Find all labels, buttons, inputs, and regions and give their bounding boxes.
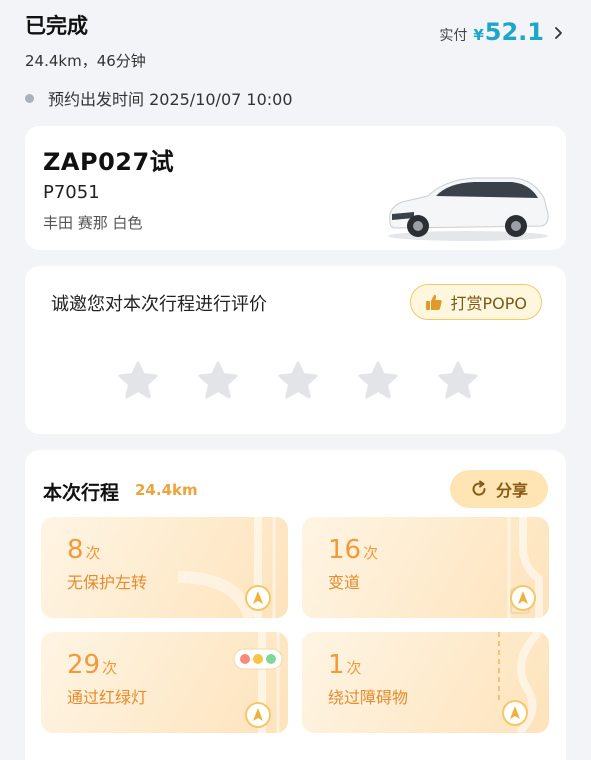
share-label: 分享 xyxy=(495,481,528,500)
stat-label: 通过红绿灯 xyxy=(67,688,148,707)
stat-tile-traffic-lights: 29 次 通过红绿灯 xyxy=(41,632,288,733)
bullet-dot-icon xyxy=(25,93,34,103)
star-icon-4[interactable] xyxy=(357,360,399,402)
scheduled-departure-text: 预约出发时间 2025/10/07 10:00 xyxy=(48,90,293,109)
trip-stats-title: 本次行程 xyxy=(43,482,120,504)
trip-distance: 24.4km xyxy=(135,481,198,499)
stat-count: 16 次 xyxy=(328,535,378,565)
stat-tile-lane-changes: 16 次 变道 xyxy=(302,517,549,618)
vehicle-code: P7051 xyxy=(43,182,100,203)
stat-count: 1 次 xyxy=(328,650,362,680)
star-icon-1[interactable] xyxy=(117,360,159,402)
star-icon-2[interactable] xyxy=(197,360,239,402)
tip-button-label: 打赏POPO xyxy=(450,294,528,313)
thumbs-up-icon xyxy=(425,294,442,310)
stat-count-unit: 次 xyxy=(346,659,362,677)
share-button[interactable]: 分享 xyxy=(450,470,548,508)
vehicle-description: 丰田 赛那 白色 xyxy=(43,214,143,232)
fare-detail-link[interactable]: 实付 ¥ 52.1 xyxy=(439,18,566,46)
trip-summary: 24.4km，46分钟 xyxy=(25,52,146,70)
stat-count-number: 8 xyxy=(67,535,84,565)
traffic-light-icon xyxy=(233,648,283,670)
stat-count: 8 次 xyxy=(67,535,101,565)
trip-status: 已完成 xyxy=(25,14,88,38)
trip-stats-card: 本次行程 24.4km 分享 8 次 无保护左转 16 次 变道 29 次 通过… xyxy=(25,450,566,760)
stat-count-unit: 次 xyxy=(102,659,118,677)
stat-label: 变道 xyxy=(328,573,361,592)
vehicle-plate: ZAP027试 xyxy=(43,148,175,176)
vehicle-card: ZAP027试 P7051 丰田 赛那 白色 xyxy=(25,126,566,250)
scheduled-departure: 预约出发时间 2025/10/07 10:00 xyxy=(25,86,293,110)
stat-count-number: 16 xyxy=(328,535,362,565)
stat-count-number: 1 xyxy=(328,650,345,680)
fare-amount: 52.1 xyxy=(484,18,544,46)
navigation-arrow-icon xyxy=(502,700,528,726)
rating-prompt: 诚邀您对本次行程进行评价 xyxy=(51,294,267,315)
stat-count-unit: 次 xyxy=(363,544,379,562)
trip-header: 已完成 24.4km，46分钟 实付 ¥ 52.1 xyxy=(25,8,566,70)
tip-driver-button[interactable]: 打赏POPO xyxy=(409,284,542,320)
stat-count-unit: 次 xyxy=(85,544,101,562)
stat-count: 29 次 xyxy=(67,650,117,680)
star-rating[interactable] xyxy=(117,360,479,402)
stat-label: 绕过障碍物 xyxy=(328,688,409,707)
navigation-arrow-icon xyxy=(245,702,271,728)
rating-card: 诚邀您对本次行程进行评价 打赏POPO xyxy=(25,266,566,434)
star-icon-3[interactable] xyxy=(277,360,319,402)
fare-currency: ¥ xyxy=(473,26,484,44)
star-icon-5[interactable] xyxy=(437,360,479,402)
stat-count-number: 29 xyxy=(67,650,101,680)
chevron-right-icon xyxy=(555,27,562,39)
stat-tile-left-turns: 8 次 无保护左转 xyxy=(41,517,288,618)
fare-label: 实付 xyxy=(439,28,468,44)
navigation-arrow-icon xyxy=(245,585,271,611)
refresh-share-icon xyxy=(472,480,486,496)
road-decoration-icon xyxy=(498,632,542,733)
stat-label: 无保护左转 xyxy=(67,573,148,592)
road-decoration-icon xyxy=(178,517,276,618)
stat-tile-obstacles: 1 次 绕过障碍物 xyxy=(302,632,549,733)
car-image-icon xyxy=(388,177,549,241)
navigation-arrow-icon xyxy=(510,585,536,611)
